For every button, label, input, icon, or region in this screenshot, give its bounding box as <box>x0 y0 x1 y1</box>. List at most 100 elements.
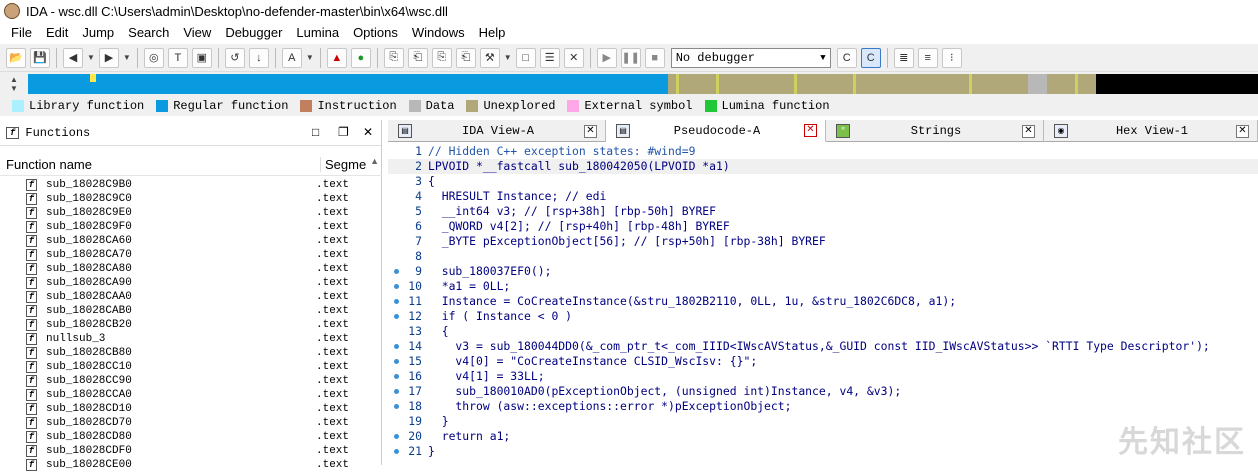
c-class-active-icon[interactable]: C <box>860 47 881 68</box>
graph-icon[interactable]: ◎ <box>143 47 164 68</box>
close-icon[interactable]: ✕ <box>584 124 597 138</box>
function-row[interactable]: f sub_18028C9F0 .text <box>0 220 380 234</box>
function-row[interactable]: f nullsub_3 .text <box>0 332 380 346</box>
code-line[interactable]: 13 { <box>388 324 1258 339</box>
frame-icon[interactable]: □ <box>515 47 536 68</box>
menu-help[interactable]: Help <box>472 22 513 44</box>
chevron-down-icon[interactable]: ▼ <box>306 53 314 62</box>
executed-line-dot-icon[interactable] <box>394 449 399 454</box>
menu-edit[interactable]: Edit <box>39 22 75 44</box>
tools-icon[interactable]: ⚒ <box>479 47 500 68</box>
maximize-icon[interactable]: □ <box>312 126 319 140</box>
column-segment[interactable]: Segme <box>320 157 366 172</box>
close-icon[interactable]: ✕ <box>804 124 817 137</box>
code-line[interactable]: 6 _QWORD v4[2]; // [rsp+40h] [rbp-48h] B… <box>388 219 1258 234</box>
code-line[interactable]: 1 // Hidden C++ exception states: #wind=9 <box>388 144 1258 159</box>
code-line[interactable]: 9 sub_180037EF0(); <box>388 264 1258 279</box>
jump-down-icon[interactable]: ↓ <box>248 47 269 68</box>
close-icon[interactable]: ✕ <box>363 125 373 140</box>
code-line[interactable]: 11 Instance = CoCreateInstance(&stru_180… <box>388 294 1258 309</box>
close-icon[interactable]: ✕ <box>1022 124 1035 138</box>
function-row[interactable]: f sub_18028CB20 .text <box>0 318 380 332</box>
code-line[interactable]: 12 if ( Instance < 0 ) <box>388 309 1258 324</box>
c-class-icon[interactable]: C <box>836 47 857 68</box>
function-row[interactable]: f sub_18028CA70 .text <box>0 248 380 262</box>
chevron-down-icon[interactable]: ▼ <box>87 53 95 62</box>
function-row[interactable]: f sub_18028C9E0 .text <box>0 206 380 220</box>
close-icon[interactable]: ✕ <box>1236 124 1249 138</box>
executed-line-dot-icon[interactable] <box>394 389 399 394</box>
executed-line-dot-icon[interactable] <box>394 434 399 439</box>
pseudocode-view[interactable]: 1 // Hidden C++ exception states: #wind=9… <box>388 144 1258 459</box>
function-row[interactable]: f sub_18028CB80 .text <box>0 346 380 360</box>
function-row[interactable]: f sub_18028CE00 .text <box>0 458 380 472</box>
tab-ida-view-a[interactable]: ▤ IDA View-A ✕ <box>388 120 606 142</box>
hex-icon[interactable]: ▣ <box>191 47 212 68</box>
nav-grip-icon[interactable]: ▲ ▼ <box>4 74 24 94</box>
function-row[interactable]: f sub_18028CD70 .text <box>0 416 380 430</box>
menu-view[interactable]: View <box>176 22 218 44</box>
executed-line-dot-icon[interactable] <box>394 359 399 364</box>
forward-icon[interactable]: ▶ <box>98 47 119 68</box>
function-row[interactable]: f sub_18028CAB0 .text <box>0 304 380 318</box>
chevron-down-icon[interactable]: ▼ <box>504 53 512 62</box>
restore-icon[interactable]: ❐ <box>338 125 349 140</box>
menu-file[interactable]: File <box>4 22 39 44</box>
function-row[interactable]: f sub_18028CCA0 .text <box>0 388 380 402</box>
save-icon[interactable]: 💾 <box>30 47 50 68</box>
menu-options[interactable]: Options <box>346 22 405 44</box>
open-file-icon[interactable]: 📂 <box>6 47 26 68</box>
undo-icon[interactable]: ↺ <box>224 47 245 68</box>
menu-debugger[interactable]: Debugger <box>218 22 289 44</box>
scroll-up-icon[interactable]: ▲ <box>370 156 379 166</box>
code-line[interactable]: 14 v3 = sub_180044DD0(&_com_ptr_t<_com_I… <box>388 339 1258 354</box>
watch-icon[interactable]: ≡ <box>917 47 938 68</box>
function-row[interactable]: f sub_18028CAA0 .text <box>0 290 380 304</box>
copy2-icon[interactable]: ⎘ <box>431 47 452 68</box>
menu-lumina[interactable]: Lumina <box>289 22 346 44</box>
function-row[interactable]: f sub_18028CD10 .text <box>0 402 380 416</box>
tab-pseudocode-a[interactable]: ▤ Pseudocode-A ✕ <box>606 120 826 142</box>
paste2-icon[interactable]: ⎗ <box>455 47 476 68</box>
function-row[interactable]: f sub_18028C9C0 .text <box>0 192 380 206</box>
breakpoints-icon[interactable]: ≣ <box>893 47 914 68</box>
code-line[interactable]: 2 LPVOID *__fastcall sub_180042050(LPVOID… <box>388 159 1258 174</box>
code-line[interactable]: 3{ <box>388 174 1258 189</box>
debugger-select[interactable]: No debugger ▼ <box>670 47 831 68</box>
function-row[interactable]: f sub_18028CD80 .text <box>0 430 380 444</box>
function-row[interactable]: f sub_18028CDF0 .text <box>0 444 380 458</box>
function-row[interactable]: f sub_18028CA90 .text <box>0 276 380 290</box>
executed-line-dot-icon[interactable] <box>394 269 399 274</box>
menu-windows[interactable]: Windows <box>405 22 472 44</box>
pause-icon[interactable]: ❚❚ <box>620 47 641 68</box>
navigation-band[interactable] <box>28 74 1258 94</box>
tab-strings[interactable]: " Strings ✕ <box>826 120 1044 142</box>
paste-icon[interactable]: ⎗ <box>407 47 428 68</box>
code-line[interactable]: 5 __int64 v3; // [rsp+38h] [rbp-50h] BYR… <box>388 204 1258 219</box>
delete-icon[interactable]: ✕ <box>563 47 584 68</box>
function-row[interactable]: f sub_18028CA80 .text <box>0 262 380 276</box>
string-type-icon[interactable]: A <box>281 47 302 68</box>
code-line[interactable]: 7 _BYTE pExceptionObject[56]; // [rsp+50… <box>388 234 1258 249</box>
executed-line-dot-icon[interactable] <box>394 404 399 409</box>
code-line[interactable]: 17 sub_180010AD0(pExceptionObject, (unsi… <box>388 384 1258 399</box>
column-function-name[interactable]: Function name <box>0 157 320 172</box>
code-line[interactable]: 10 *a1 = 0LL; <box>388 279 1258 294</box>
code-line[interactable]: 18 throw (asw::exceptions::error *)pExce… <box>388 399 1258 414</box>
trace-icon[interactable]: ⁝ <box>941 47 962 68</box>
function-row[interactable]: f sub_18028CA60 .text <box>0 234 380 248</box>
executed-line-dot-icon[interactable] <box>394 344 399 349</box>
code-line[interactable]: 16 v4[1] = 33LL; <box>388 369 1258 384</box>
chevron-down-icon[interactable]: ▼ <box>123 53 131 62</box>
executed-line-dot-icon[interactable] <box>394 374 399 379</box>
play-icon[interactable]: ▶ <box>596 47 617 68</box>
executed-line-dot-icon[interactable] <box>394 314 399 319</box>
stop-icon[interactable]: ■ <box>644 47 665 68</box>
copy-icon[interactable]: ⎘ <box>383 47 404 68</box>
executed-line-dot-icon[interactable] <box>394 284 399 289</box>
code-line[interactable]: 8 <box>388 249 1258 264</box>
list-icon[interactable]: ☰ <box>539 47 560 68</box>
warning-icon[interactable]: ▲ <box>326 47 347 68</box>
start-analysis-icon[interactable]: ● <box>350 47 371 68</box>
tab-hex-view-1[interactable]: ◉ Hex View-1 ✕ <box>1044 120 1258 142</box>
